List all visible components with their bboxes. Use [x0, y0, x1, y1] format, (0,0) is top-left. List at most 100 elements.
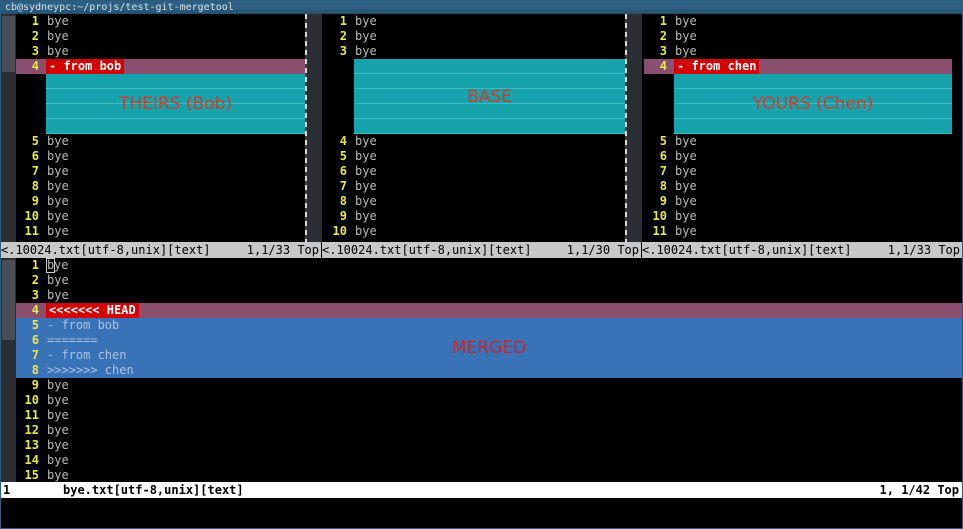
terminal-window: cb@sydneypc:~/projs/test-git-mergetool 1…	[0, 0, 963, 529]
line-number: 14	[24, 453, 39, 467]
code-line: 3 bye	[324, 44, 625, 59]
pane-yours[interactable]: 1 bye 2 bye 3 bye 4 - from chen YOURS (C…	[642, 14, 962, 242]
line-text: bye	[47, 14, 69, 28]
line-text: bye	[675, 29, 697, 43]
scrollbar-base[interactable]	[627, 14, 642, 242]
line-number: 3	[31, 288, 39, 302]
bottom-line-number: 1	[3, 483, 11, 497]
line-number: 8	[659, 179, 667, 193]
code-line: 2 bye	[324, 29, 625, 44]
conflict-marker-badge: - from bob	[46, 59, 125, 74]
line-number: 8	[339, 194, 347, 208]
line-text: bye	[46, 258, 962, 273]
scrollbar-thumb[interactable]	[2, 260, 15, 340]
line-number: 9	[659, 194, 667, 208]
code-line: 1 bye	[16, 14, 305, 29]
line-number: 7	[31, 164, 39, 178]
line-number: 2	[659, 29, 667, 43]
status-theirs: <.10024.txt[utf-8,unix][text] 1,1/33 Top	[1, 242, 322, 258]
code-line: 5 - from bob	[16, 318, 962, 333]
line-number: 10	[652, 209, 667, 223]
status-yours: <.10024.txt[utf-8,unix][text] 1,1/33 Top	[642, 242, 962, 258]
line-text: bye	[47, 393, 69, 407]
code-line: 9 bye	[16, 378, 962, 393]
scrollbar-theirs[interactable]	[1, 14, 16, 242]
line-number: 1	[31, 258, 39, 272]
line-text: bye	[47, 164, 69, 178]
line-number: 11	[24, 224, 39, 238]
line-text: bye	[675, 209, 697, 223]
line-number: 9	[31, 194, 39, 208]
line-text: bye	[47, 224, 69, 238]
conflict-line-theirs: 4 - from bob	[16, 59, 305, 74]
line-number: 8	[31, 363, 39, 377]
code-line: 6 bye	[644, 149, 952, 164]
pane-merged[interactable]: 1 bye 2 bye 3 bye 4 <<<<<<< HEAD 5 - fro…	[1, 258, 962, 482]
line-text: bye	[47, 273, 69, 287]
pane-merged-text[interactable]: 1 bye 2 bye 3 bye 4 <<<<<<< HEAD 5 - fro…	[16, 258, 962, 482]
line-text: bye	[47, 378, 69, 392]
line-text: bye	[47, 468, 69, 482]
line-number: 1	[31, 14, 39, 28]
conflict-marker-head-line: 4 <<<<<<< HEAD	[16, 303, 962, 318]
status-position: 1,1/33 Top	[246, 243, 319, 257]
line-text: bye	[675, 14, 697, 28]
line-text: bye	[355, 224, 377, 238]
conflict-marker-badge: - from chen	[674, 59, 760, 74]
line-number: 5	[659, 134, 667, 148]
scrollbar-thumb[interactable]	[2, 16, 15, 72]
line-text: bye	[355, 44, 377, 58]
pane-base-text[interactable]: 1 bye 2 bye 3 bye BASE 4 bye 5 bye 6 bye…	[324, 14, 625, 242]
line-text: - from chen	[47, 348, 127, 362]
line-number: 10	[24, 209, 39, 223]
scrollbar-theirs-right[interactable]	[307, 14, 322, 242]
line-number: 4	[339, 134, 347, 148]
code-line: 15 bye	[16, 468, 962, 482]
code-line: 3 bye	[644, 44, 952, 59]
diff-fill-block-yours: YOURS (Chen)	[674, 74, 952, 134]
line-number: 3	[659, 44, 667, 58]
code-line: 7 bye	[644, 164, 952, 179]
line-text: bye	[675, 194, 697, 208]
line-number: 9	[339, 209, 347, 223]
line-text: bye	[47, 194, 69, 208]
code-line: 7 bye	[16, 164, 305, 179]
line-number: 8	[31, 179, 39, 193]
line-number: 6	[31, 149, 39, 163]
code-line: 8 >>>>>>> chen	[16, 363, 962, 378]
code-line: 9 bye	[16, 194, 305, 209]
code-line: 10 bye	[324, 224, 625, 239]
line-number: 9	[31, 378, 39, 392]
line-number: 10	[24, 393, 39, 407]
line-text: bye	[47, 134, 69, 148]
code-line: 9 bye	[324, 209, 625, 224]
pane-theirs-text[interactable]: 1 bye 2 bye 3 bye 4 - from bob THEIRS (B…	[16, 14, 305, 242]
line-text: bye	[47, 179, 69, 193]
pane-theirs[interactable]: 1 bye 2 bye 3 bye 4 - from bob THEIRS (B…	[1, 14, 322, 242]
line-number: 1	[339, 14, 347, 28]
line-number: 3	[31, 44, 39, 58]
code-line: 1 bye	[644, 14, 952, 29]
line-number: 4	[31, 303, 39, 317]
code-line: 6 =======	[16, 333, 962, 348]
code-line: 9 bye	[644, 194, 952, 209]
line-number: 10	[332, 224, 347, 238]
code-line: 6 bye	[324, 164, 625, 179]
line-number: 12	[24, 423, 39, 437]
line-text: bye	[355, 149, 377, 163]
line-text: bye	[47, 44, 69, 58]
line-text: bye	[47, 29, 69, 43]
line-text: bye	[675, 179, 697, 193]
line-text: =======	[47, 333, 98, 347]
pane-yours-text[interactable]: 1 bye 2 bye 3 bye 4 - from chen YOURS (C…	[644, 14, 952, 242]
diff-fill-block-base: BASE	[354, 59, 625, 134]
code-line: 13 bye	[16, 438, 962, 453]
pane-base[interactable]: 1 bye 2 bye 3 bye BASE 4 bye 5 bye 6 bye…	[322, 14, 642, 242]
bottom-position: 1, 1/42 Top	[879, 483, 959, 497]
line-text: bye	[675, 164, 697, 178]
line-number: 11	[652, 224, 667, 238]
line-text: bye	[675, 134, 697, 148]
code-line: 5 bye	[644, 134, 952, 149]
scrollbar-merged[interactable]	[1, 258, 16, 482]
line-text: bye	[355, 164, 377, 178]
